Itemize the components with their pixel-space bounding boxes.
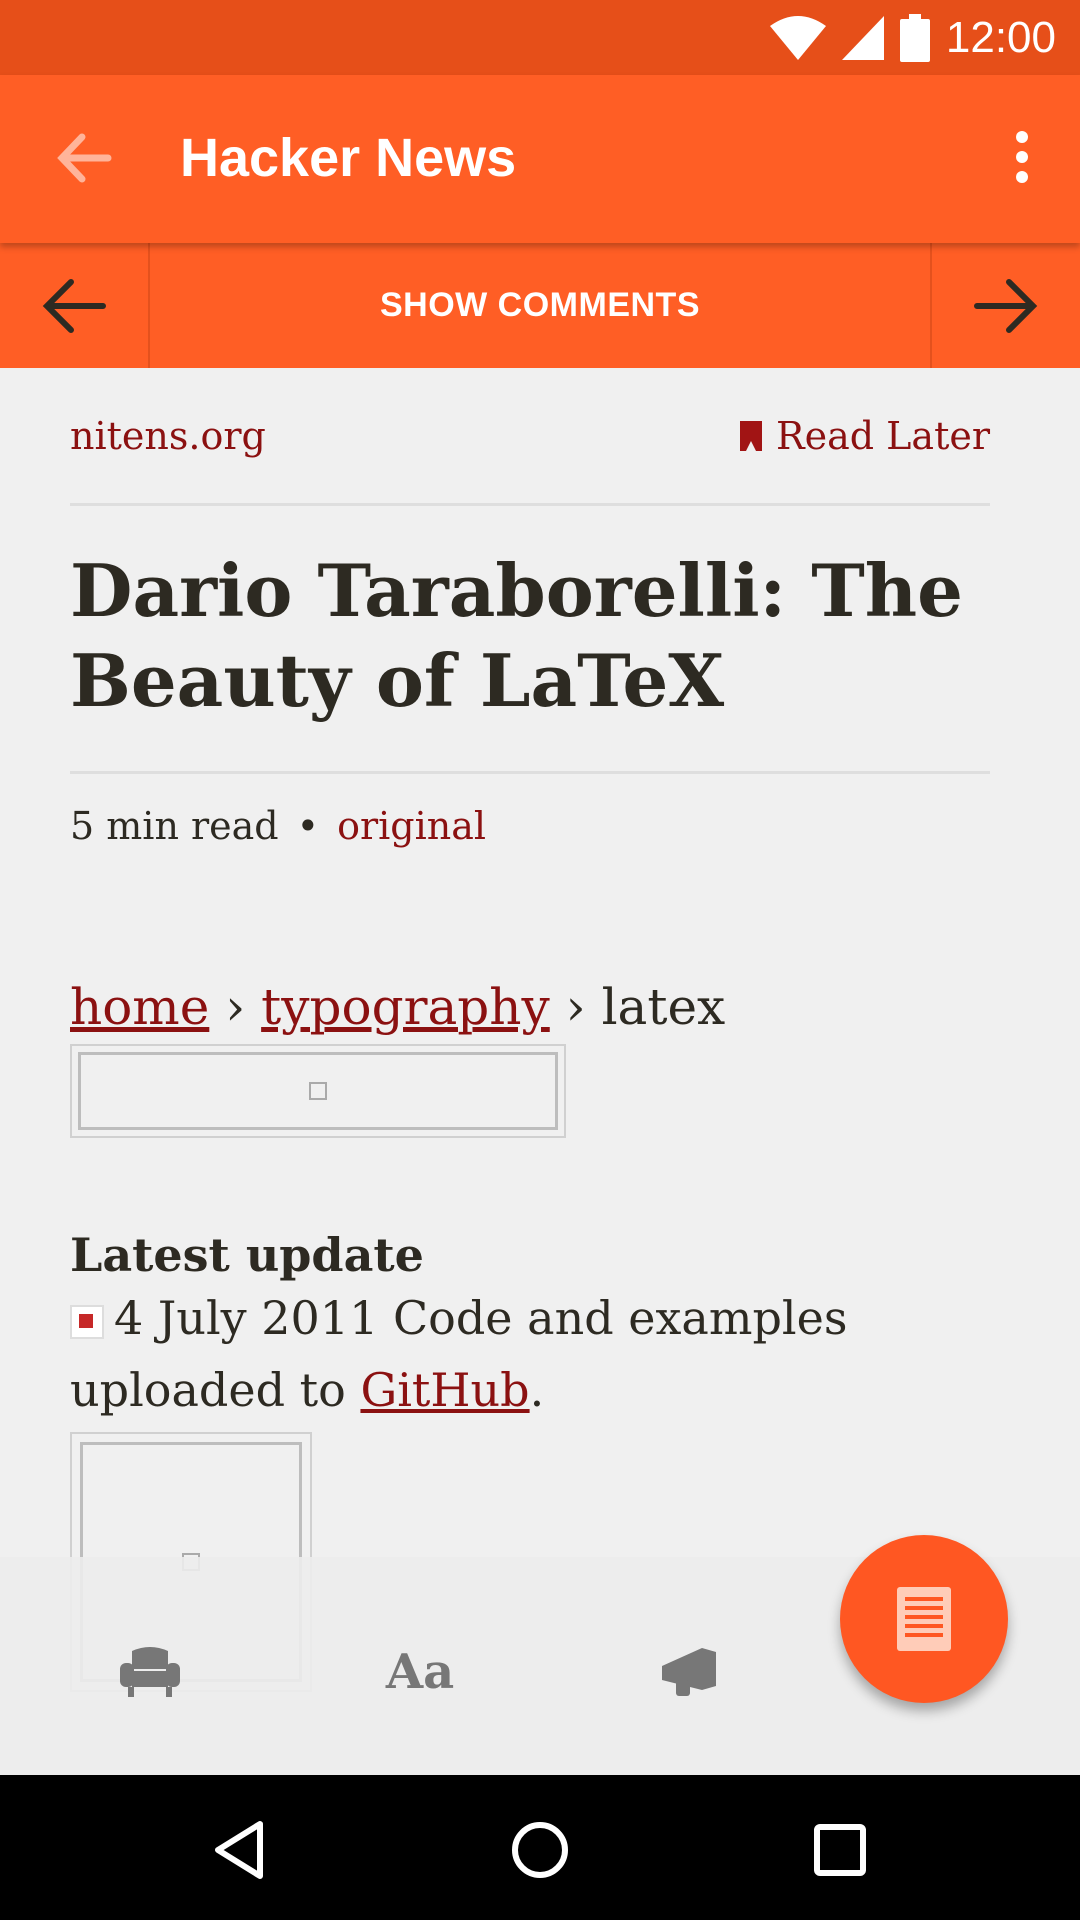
breadcrumb-separator: › — [565, 978, 586, 1036]
original-link[interactable]: original — [337, 804, 486, 848]
share-button[interactable] — [650, 1632, 730, 1712]
show-comments-button[interactable]: SHOW COMMENTS — [150, 243, 930, 368]
breadcrumb-home-link[interactable]: home — [70, 978, 209, 1036]
back-arrow-icon — [57, 133, 112, 183]
battery-icon — [899, 13, 930, 62]
status-time: 12:00 — [945, 12, 1056, 62]
system-back-button[interactable] — [200, 1810, 280, 1890]
arrow-left-icon — [42, 278, 106, 333]
app-title: Hacker News — [180, 128, 517, 188]
megaphone-icon — [662, 1648, 716, 1696]
latest-update-end: . — [529, 1363, 545, 1417]
armchair-button[interactable] — [110, 1632, 190, 1712]
reader-fab[interactable] — [840, 1535, 1008, 1703]
read-time: 5 min read — [70, 804, 279, 848]
status-bar: 12:00 — [0, 0, 1080, 75]
dot-icon — [1016, 131, 1028, 143]
breadcrumb-current: latex — [601, 978, 726, 1036]
image-placeholder — [70, 1044, 566, 1138]
breadcrumb-separator: › — [225, 978, 246, 1036]
article-title: Dario Taraborelli: The Beauty of LaTeX — [70, 506, 990, 774]
broken-image-icon — [309, 1082, 327, 1100]
armchair-icon — [120, 1647, 180, 1697]
article-content: nitens.org Read Later Dario Taraborelli:… — [70, 368, 990, 1692]
signal-icon — [841, 15, 884, 60]
previous-story-button[interactable] — [0, 243, 150, 368]
meta-separator: • — [296, 804, 320, 848]
wifi-icon — [769, 15, 826, 60]
read-later-button[interactable]: Read Later — [740, 414, 990, 458]
source-row: nitens.org Read Later — [70, 368, 990, 506]
comments-bar: SHOW COMMENTS — [0, 243, 1080, 368]
system-home-button[interactable] — [500, 1810, 580, 1890]
home-circle-icon — [512, 1822, 568, 1878]
back-triangle-icon — [215, 1821, 263, 1879]
app-bar: Hacker News — [0, 75, 1080, 243]
breadcrumb: home › typography › latex — [70, 978, 990, 1036]
next-story-button[interactable] — [930, 243, 1080, 368]
text-size-button[interactable]: Aa — [380, 1632, 460, 1712]
breadcrumb-typography-link[interactable]: typography — [261, 978, 550, 1036]
text-size-icon: Aa — [385, 1644, 455, 1700]
github-link[interactable]: GitHub — [360, 1363, 529, 1417]
source-link[interactable]: nitens.org — [70, 414, 266, 458]
article-meta: 5 min read • original — [70, 804, 990, 848]
latest-update-heading: Latest update — [70, 1228, 424, 1282]
dot-icon — [1016, 151, 1028, 163]
system-nav-bar — [0, 1775, 1080, 1920]
reader-icon — [897, 1587, 951, 1651]
rss-icon — [70, 1305, 104, 1339]
read-later-label: Read Later — [776, 413, 990, 458]
recents-square-icon — [814, 1824, 866, 1876]
bookmark-icon — [740, 420, 763, 451]
dot-icon — [1016, 171, 1028, 183]
system-recents-button[interactable] — [800, 1810, 880, 1890]
up-navigation-button[interactable] — [50, 123, 120, 193]
latest-update-text: 4 July 2011 Code and examples uploaded t… — [70, 1282, 990, 1426]
arrow-right-icon — [974, 278, 1038, 333]
overflow-menu-button[interactable] — [1004, 125, 1040, 191]
